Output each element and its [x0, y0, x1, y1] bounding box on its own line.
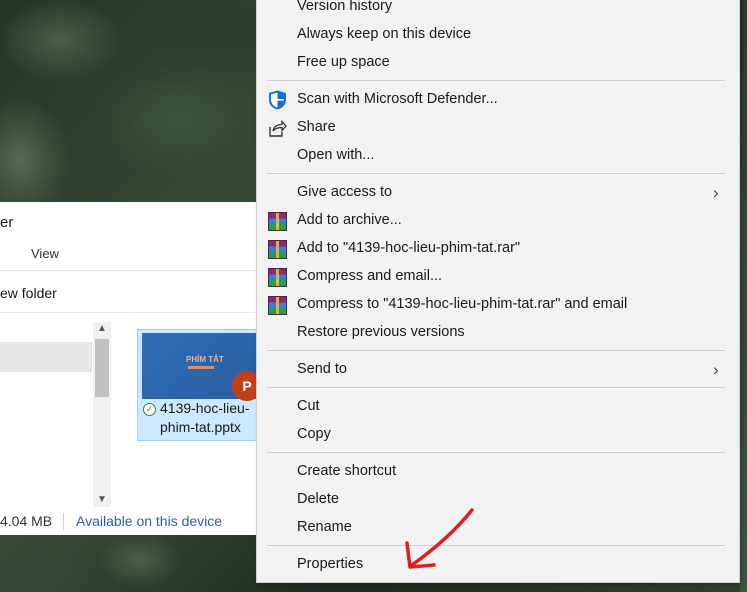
menu-item-label: Properties: [297, 556, 364, 572]
thumbnail-title: PHÍM TẮT: [186, 355, 224, 364]
menu-separator: [267, 80, 725, 81]
winrar-icon: [268, 268, 287, 287]
menu-separator: [267, 545, 725, 546]
file-explorer-window: er View ew folder ▲ ▼ PHÍM TẮT P ✓ 4139-…: [0, 202, 263, 535]
menu-item-cut[interactable]: Cut: [257, 393, 739, 421]
menu-item-label: Rename: [297, 519, 352, 535]
menu-item-compress-to-rar-email[interactable]: Compress to "4139-hoc-lieu-phim-tat.rar"…: [257, 291, 739, 319]
menu-separator: [267, 387, 725, 388]
menu-item-copy[interactable]: Copy: [257, 421, 739, 449]
status-file-size: 4.04 MB: [0, 513, 53, 529]
share-icon: [269, 120, 287, 137]
menu-item-label: Open with...: [297, 147, 375, 163]
chevron-right-icon: ›: [713, 183, 719, 202]
menu-item-free-up-space[interactable]: Free up space: [257, 49, 739, 77]
menu-item-restore-previous[interactable]: Restore previous versions: [257, 319, 739, 347]
file-name-line-1: 4139-hoc-lieu-: [160, 400, 250, 416]
menu-item-label: Add to archive...: [297, 212, 402, 228]
navigation-pane: ▲ ▼: [0, 317, 113, 507]
menu-item-properties[interactable]: Properties: [257, 551, 739, 579]
winrar-icon: [268, 240, 287, 259]
menu-item-label: Version history: [297, 0, 393, 14]
menu-item-label: Scan with Microsoft Defender...: [297, 91, 498, 107]
menu-item-label: Share: [297, 119, 336, 135]
command-bar-divider: [0, 312, 262, 313]
menu-item-label: Compress and email...: [297, 268, 443, 284]
menu-separator: [267, 350, 725, 351]
menu-item-give-access[interactable]: Give access to ›: [257, 179, 739, 207]
menu-item-add-to-rar[interactable]: Add to "4139-hoc-lieu-phim-tat.rar": [257, 235, 739, 263]
menu-item-label: Compress to "4139-hoc-lieu-phim-tat.rar"…: [297, 296, 628, 312]
menu-item-send-to[interactable]: Send to ›: [257, 356, 739, 384]
nav-item-selected[interactable]: [0, 342, 92, 372]
defender-shield-icon: [269, 90, 286, 110]
status-divider: [63, 513, 64, 530]
chevron-right-icon: ›: [713, 360, 719, 379]
winrar-icon: [268, 296, 287, 315]
menu-separator: [267, 173, 725, 174]
menu-item-rename[interactable]: Rename: [257, 514, 739, 542]
menu-item-label: Give access to: [297, 184, 393, 200]
file-item-selected[interactable]: PHÍM TẮT P ✓ 4139-hoc-lieu- phim-tat.ppt…: [137, 329, 263, 441]
menu-item-label: Free up space: [297, 54, 390, 70]
menu-item-compress-email[interactable]: Compress and email...: [257, 263, 739, 291]
menu-separator: [267, 452, 725, 453]
scroll-down-icon[interactable]: ▼: [93, 493, 111, 507]
sync-check-icon: ✓: [143, 403, 156, 416]
menu-item-always-keep[interactable]: Always keep on this device: [257, 21, 739, 49]
menu-item-label: Copy: [297, 426, 331, 442]
menu-item-scan-defender[interactable]: Scan with Microsoft Defender...: [257, 86, 739, 114]
menu-item-label: Create shortcut: [297, 463, 397, 479]
file-name-line-2: phim-tat.pptx: [160, 419, 241, 435]
scroll-up-icon[interactable]: ▲: [93, 322, 111, 336]
menu-item-create-shortcut[interactable]: Create shortcut: [257, 458, 739, 486]
menu-item-label: Delete: [297, 491, 339, 507]
thumbnail-subtitle-bar: [188, 366, 214, 369]
context-menu: Version history Always keep on this devi…: [256, 0, 740, 583]
menu-item-label: Add to "4139-hoc-lieu-phim-tat.rar": [297, 240, 521, 256]
status-availability: Available on this device: [76, 513, 223, 529]
red-arrow-annotation-icon: [405, 508, 474, 569]
menu-item-label: Send to: [297, 361, 347, 377]
menu-item-share[interactable]: Share: [257, 114, 739, 142]
menu-item-label: Restore previous versions: [297, 324, 465, 340]
winrar-icon: [268, 212, 287, 231]
new-folder-button[interactable]: ew folder: [0, 285, 57, 301]
menu-item-delete[interactable]: Delete: [257, 486, 739, 514]
menu-item-version-history[interactable]: Version history: [257, 0, 739, 21]
window-title: er: [0, 214, 14, 231]
nav-scrollbar[interactable]: ▲ ▼: [93, 322, 111, 507]
menu-item-label: Cut: [297, 398, 320, 414]
tab-view[interactable]: View: [31, 246, 59, 261]
scroll-thumb[interactable]: [95, 339, 109, 397]
file-thumbnail: PHÍM TẮT P: [142, 333, 263, 401]
menu-item-label: Always keep on this device: [297, 26, 472, 42]
menu-item-open-with[interactable]: Open with...: [257, 142, 739, 170]
desktop-background-edge: [740, 0, 747, 592]
ribbon-divider: [0, 270, 262, 271]
menu-item-add-to-archive[interactable]: Add to archive...: [257, 207, 739, 235]
